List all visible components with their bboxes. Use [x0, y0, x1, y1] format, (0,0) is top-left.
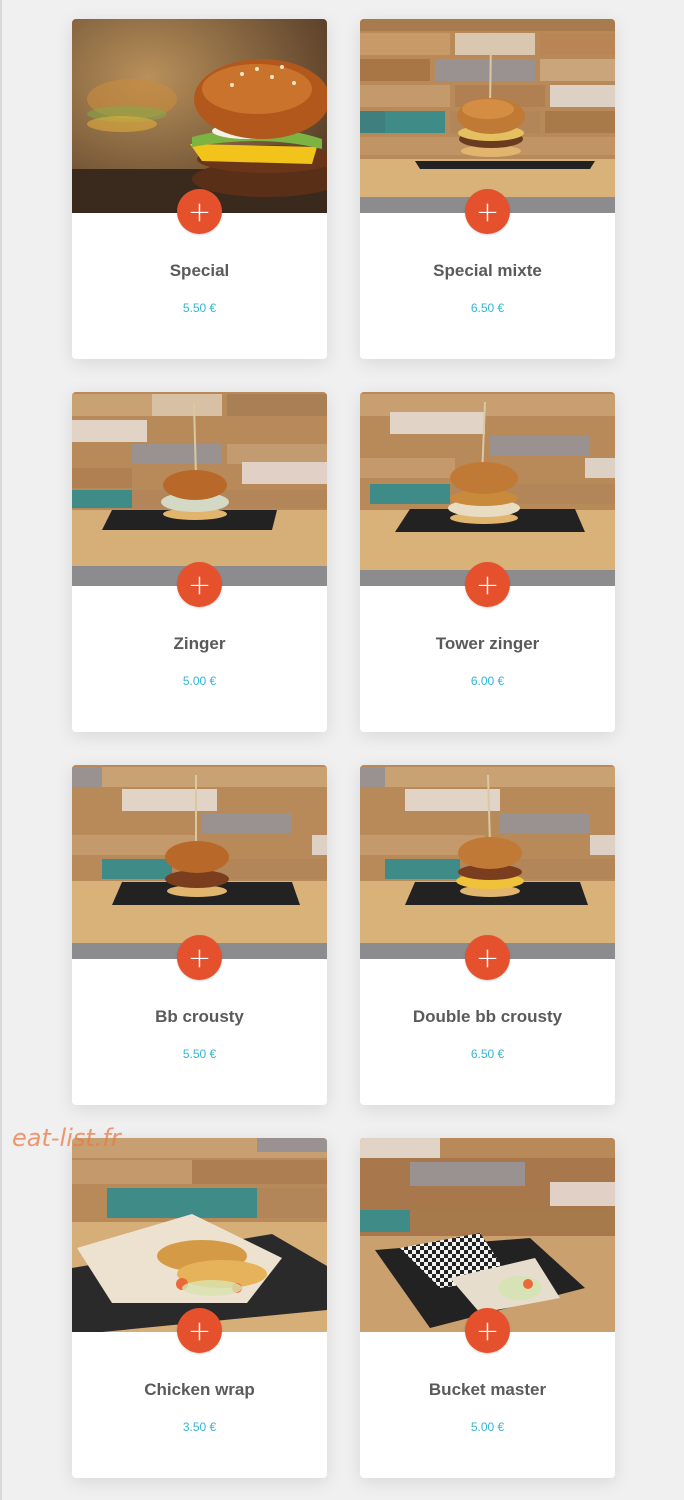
product-name: Double bb crousty: [412, 1007, 563, 1026]
burger-photo: [72, 19, 327, 213]
product-name: Bb crousty: [155, 1007, 244, 1026]
product-name: Special mixte: [433, 261, 542, 280]
product-card[interactable]: + Special mixte 6.50 €: [360, 19, 615, 359]
product-card[interactable]: + Zinger 5.00 €: [72, 392, 327, 732]
product-name: Special: [169, 261, 230, 280]
plus-icon: +: [475, 567, 500, 601]
add-to-cart-button[interactable]: +: [177, 935, 222, 980]
watermark-text: eat-list.fr: [12, 1124, 121, 1152]
product-price: 6.50 €: [470, 301, 505, 315]
product-card[interactable]: + Tower zinger 6.00 €: [360, 392, 615, 732]
add-to-cart-button[interactable]: +: [465, 562, 510, 607]
plus-icon: +: [187, 194, 212, 228]
add-to-cart-button[interactable]: +: [177, 562, 222, 607]
product-card[interactable]: + Special 5.50 €: [72, 19, 327, 359]
plus-icon: +: [187, 567, 212, 601]
product-card[interactable]: + Bucket master 5.00 €: [360, 1138, 615, 1478]
wrap-photo: [72, 1138, 327, 1332]
product-price: 5.00 €: [470, 1420, 505, 1434]
burger-photo: [360, 392, 615, 586]
product-card[interactable]: + Double bb crousty 6.50 €: [360, 765, 615, 1105]
menu-page: + Special 5.50 € + Special mixte 6.50 € …: [0, 0, 684, 1500]
product-card[interactable]: + Bb crousty 5.50 €: [72, 765, 327, 1105]
add-to-cart-button[interactable]: +: [465, 935, 510, 980]
add-to-cart-button[interactable]: +: [177, 189, 222, 234]
plus-icon: +: [475, 194, 500, 228]
product-name: Tower zinger: [435, 634, 540, 653]
product-name: Zinger: [173, 634, 226, 653]
plus-icon: +: [187, 1313, 212, 1347]
product-price: 6.50 €: [470, 1047, 505, 1061]
plus-icon: +: [187, 940, 212, 974]
add-to-cart-button[interactable]: +: [465, 1308, 510, 1353]
product-price: 5.00 €: [182, 674, 217, 688]
product-price: 6.00 €: [470, 674, 505, 688]
burger-photo: [72, 392, 327, 586]
product-price: 5.50 €: [182, 301, 217, 315]
burger-photo: [72, 765, 327, 959]
plus-icon: +: [475, 1313, 500, 1347]
add-to-cart-button[interactable]: +: [177, 1308, 222, 1353]
product-name: Bucket master: [428, 1380, 547, 1399]
burger-photo: [360, 19, 615, 213]
product-name: Chicken wrap: [144, 1380, 255, 1399]
wrap-photo: [360, 1138, 615, 1332]
plus-icon: +: [475, 940, 500, 974]
burger-photo: [360, 765, 615, 959]
product-card[interactable]: + Chicken wrap 3.50 €: [72, 1138, 327, 1478]
product-price: 3.50 €: [182, 1420, 217, 1434]
add-to-cart-button[interactable]: +: [465, 189, 510, 234]
product-price: 5.50 €: [182, 1047, 217, 1061]
